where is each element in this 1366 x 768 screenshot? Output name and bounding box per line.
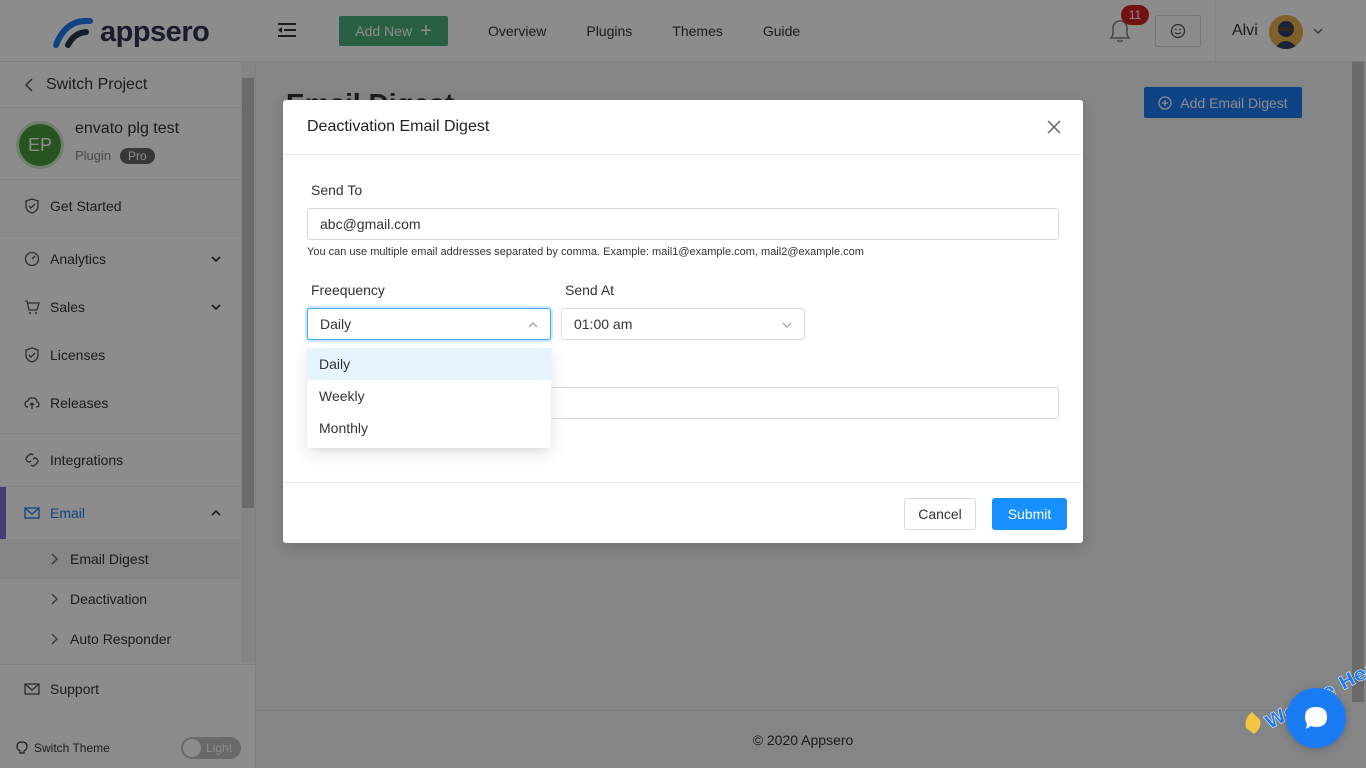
- send-at-label: Send At: [565, 282, 615, 298]
- cancel-button[interactable]: Cancel: [904, 498, 976, 530]
- chevron-up-icon: [528, 322, 538, 328]
- modal-footer: Cancel Submit: [283, 482, 1083, 543]
- frequency-label: Freequency: [311, 282, 385, 298]
- email-digest-modal: Deactivation Email Digest Send To abc@gm…: [283, 100, 1083, 543]
- close-icon[interactable]: [1045, 118, 1063, 136]
- send-at-select[interactable]: 01:00 am: [561, 308, 805, 340]
- frequency-select[interactable]: Daily: [307, 308, 551, 340]
- frequency-dropdown: Daily Weekly Monthly: [307, 344, 551, 448]
- send-to-value: abc@gmail.com: [320, 216, 421, 232]
- send-to-hint: You can use multiple email addresses sep…: [307, 246, 864, 258]
- frequency-option-weekly[interactable]: Weekly: [307, 380, 551, 412]
- submit-button[interactable]: Submit: [992, 498, 1067, 530]
- frequency-option-daily[interactable]: Daily: [307, 348, 551, 380]
- chat-bubble-icon: [1305, 707, 1327, 729]
- frequency-value: Daily: [320, 316, 352, 332]
- send-to-label: Send To: [311, 182, 363, 198]
- send-at-value: 01:00 am: [574, 316, 633, 332]
- send-to-input[interactable]: abc@gmail.com: [307, 208, 1059, 240]
- modal-header: Deactivation Email Digest: [283, 100, 1083, 155]
- chat-button[interactable]: [1286, 688, 1346, 748]
- chevron-down-icon: [782, 322, 792, 328]
- modal-title: Deactivation Email Digest: [307, 118, 490, 135]
- frequency-option-monthly[interactable]: Monthly: [307, 412, 551, 444]
